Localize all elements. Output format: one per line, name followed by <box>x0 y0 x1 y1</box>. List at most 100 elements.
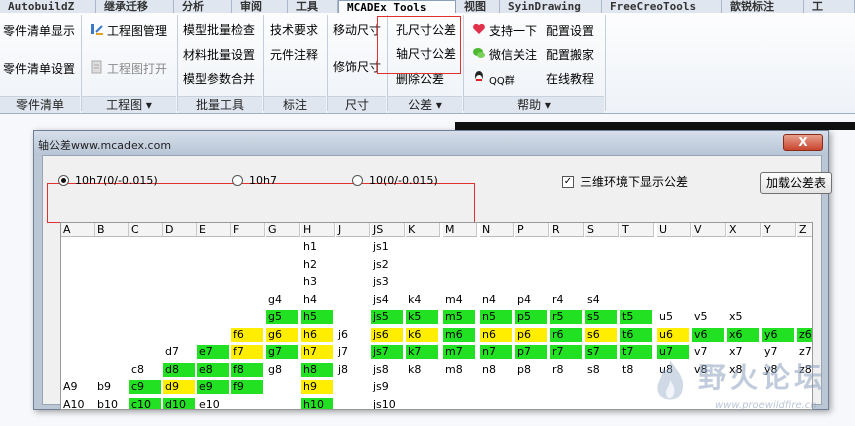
tolerance-cell[interactable]: A10 <box>61 398 93 410</box>
tolerance-cell[interactable]: h2 <box>301 258 333 272</box>
tolerance-cell[interactable]: js2 <box>371 258 403 272</box>
batch-check-button[interactable]: 模型批量检查 <box>183 21 255 38</box>
tolerance-cell[interactable]: js3 <box>371 275 403 289</box>
column-header[interactable]: Z <box>797 223 812 237</box>
tolerance-cell[interactable]: s6 <box>585 327 617 342</box>
elem-note-button[interactable]: 元件注释 <box>270 46 318 63</box>
tolerance-cell[interactable]: h6 <box>301 327 333 342</box>
tolerance-cell[interactable]: h8 <box>301 362 333 377</box>
tolerance-cell[interactable]: e9 <box>197 380 229 394</box>
tolerance-cell[interactable]: h5 <box>301 310 333 324</box>
tab-10[interactable]: 工 <box>804 0 855 13</box>
tolerance-cell[interactable]: js7 <box>371 345 403 359</box>
column-header[interactable]: X <box>727 223 761 237</box>
tolerance-cell[interactable]: k7 <box>406 345 438 359</box>
tab-5[interactable]: MCADEx Tools <box>338 0 456 13</box>
support-button[interactable]: 支持一下 <box>489 22 537 39</box>
tech-req-button[interactable]: 技术要求 <box>270 21 318 38</box>
drawing-open-button[interactable]: 工程图打开 <box>107 60 167 77</box>
column-header[interactable]: T <box>620 223 654 237</box>
column-header[interactable]: S <box>585 223 619 237</box>
param-merge-button[interactable]: 模型参数合并 <box>183 70 255 87</box>
tolerance-cell[interactable]: s8 <box>585 363 617 377</box>
tolerance-cell[interactable]: c10 <box>129 397 161 409</box>
tolerance-cell[interactable]: x6 <box>727 327 759 342</box>
tolerance-cell[interactable]: g7 <box>266 345 298 359</box>
tolerance-cell[interactable]: js5 <box>371 310 403 324</box>
tolerance-cell[interactable]: t5 <box>620 310 652 324</box>
tolerance-cell[interactable]: r4 <box>550 293 582 307</box>
column-header[interactable]: M <box>443 223 477 237</box>
tolerance-cell[interactable]: b9 <box>95 380 127 394</box>
tolerance-cell[interactable]: b10 <box>95 398 127 410</box>
bom-setting-button[interactable]: 零件清单设置 <box>3 60 75 77</box>
tolerance-cell[interactable]: f6 <box>231 327 263 342</box>
tolerance-cell[interactable]: r6 <box>550 327 582 342</box>
tolerance-cell[interactable]: e10 <box>197 398 229 410</box>
tolerance-cell[interactable]: h3 <box>301 275 333 289</box>
tab-7[interactable]: SyinDrawing <box>500 0 602 13</box>
tab-4[interactable]: 工具 <box>288 0 338 13</box>
tab-1[interactable]: 继承迁移 <box>96 0 174 13</box>
dialog-titlebar[interactable]: 轴公差www.mcadex.com X <box>34 131 828 155</box>
tolerance-cell[interactable]: d10 <box>163 397 195 409</box>
column-header[interactable]: D <box>163 223 197 237</box>
tolerance-cell[interactable]: j8 <box>336 363 368 377</box>
column-header[interactable]: H <box>301 223 335 237</box>
tolerance-cell[interactable]: h4 <box>301 293 333 307</box>
tolerance-cell[interactable]: c8 <box>129 363 161 377</box>
bom-show-button[interactable]: 零件清单显示 <box>3 22 75 39</box>
tolerance-cell[interactable]: d8 <box>163 362 195 377</box>
tolerance-cell[interactable]: js9 <box>371 380 403 394</box>
column-header[interactable]: C <box>129 223 163 237</box>
config-set-button[interactable]: 配置设置 <box>546 22 594 39</box>
tolerance-cell[interactable]: m4 <box>443 293 475 307</box>
tolerance-cell[interactable]: r7 <box>550 345 582 359</box>
material-set-button[interactable]: 材料批量设置 <box>183 46 255 63</box>
column-header[interactable]: N <box>480 223 514 237</box>
tolerance-cell[interactable]: m5 <box>443 310 475 324</box>
tolerance-cell[interactable]: js10 <box>371 398 403 410</box>
column-header[interactable]: K <box>406 223 440 237</box>
tolerance-cell[interactable]: u5 <box>657 310 689 324</box>
tolerance-cell[interactable]: y6 <box>762 327 794 342</box>
tolerance-cell[interactable]: d9 <box>163 380 195 394</box>
drawing-manage-button[interactable]: 工程图管理 <box>107 22 167 39</box>
tolerance-cell[interactable]: v6 <box>692 327 724 342</box>
decorate-dim-button[interactable]: 修饰尺寸 <box>333 58 381 75</box>
tolerance-cell[interactable]: f7 <box>231 345 263 359</box>
qq-button[interactable]: QQ群 <box>489 72 515 87</box>
column-header[interactable]: F <box>231 223 265 237</box>
tolerance-cell[interactable]: js4 <box>371 293 403 307</box>
tolerance-cell[interactable]: s7 <box>585 345 617 359</box>
tolerance-cell[interactable]: A9 <box>61 380 93 394</box>
tolerance-cell[interactable]: js6 <box>371 327 403 342</box>
tolerance-cell[interactable]: h10 <box>301 397 333 409</box>
radio-format-full[interactable]: 10h7(0/-0.015) <box>58 174 158 187</box>
tolerance-cell[interactable]: p6 <box>515 327 547 342</box>
column-header[interactable]: V <box>692 223 726 237</box>
radio-format-value[interactable]: 10(0/-0.015) <box>352 174 438 187</box>
tolerance-cell[interactable]: f8 <box>231 362 263 377</box>
column-header[interactable]: Y <box>762 223 796 237</box>
tolerance-cell[interactable]: s4 <box>585 293 617 307</box>
show-3d-checkbox[interactable]: ✓ 三维环境下显示公差 <box>562 173 688 190</box>
tolerance-cell[interactable]: m8 <box>443 363 475 377</box>
tab-8[interactable]: FreeCreoTools <box>602 0 722 13</box>
tolerance-cell[interactable]: v5 <box>692 310 724 324</box>
move-dim-button[interactable]: 移动尺寸 <box>333 21 381 38</box>
tolerance-cell[interactable]: n8 <box>480 363 512 377</box>
tolerance-cell[interactable]: n4 <box>480 293 512 307</box>
column-header[interactable]: U <box>657 223 691 237</box>
tolerance-cell[interactable]: s5 <box>585 310 617 324</box>
tolerance-cell[interactable]: g8 <box>266 363 298 377</box>
tab-0[interactable]: AutobuildZ <box>0 0 96 13</box>
tab-2[interactable]: 分析 <box>174 0 232 13</box>
tolerance-cell[interactable]: z6 <box>797 327 812 342</box>
tolerance-cell[interactable]: m7 <box>443 345 475 359</box>
tolerance-cell[interactable]: r5 <box>550 310 582 324</box>
tolerance-cell[interactable]: n5 <box>480 310 512 324</box>
tab-3[interactable]: 审阅 <box>232 0 288 13</box>
tolerance-cell[interactable]: g4 <box>266 293 298 307</box>
tolerance-cell[interactable]: js1 <box>371 240 403 254</box>
